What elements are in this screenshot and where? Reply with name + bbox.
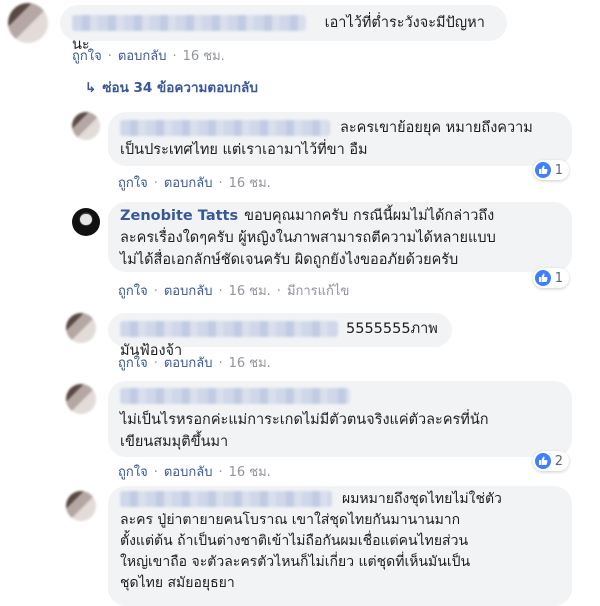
- reply-link[interactable]: ตอบกลับ: [164, 465, 213, 480]
- reply-bubble: ไม่เป็นไรหรอกค่ะแม่การะเกดไม่มีตัวตนจริง…: [108, 381, 572, 457]
- blurred-name[interactable]: [120, 491, 332, 507]
- like-link[interactable]: ถูกใจ: [118, 465, 148, 480]
- like-link[interactable]: ถูกใจ: [118, 284, 148, 299]
- avatar[interactable]: [72, 112, 100, 140]
- reply-bubble: 5555555ภาพมันฟ้องจ้า: [108, 313, 452, 359]
- reply-link[interactable]: ตอบกลับ: [164, 284, 213, 299]
- like-link[interactable]: ถูกใจ: [118, 356, 148, 371]
- reply-actions: ถูกใจ · ตอบกลับ · 16 ชม.: [118, 465, 271, 480]
- timestamp[interactable]: 16 ชม.: [229, 176, 271, 191]
- like-link[interactable]: ถูกใจ: [72, 49, 102, 64]
- avatar[interactable]: [66, 384, 96, 414]
- hide-replies-link[interactable]: ↳ ซ่อน 34 ข้อความตอบกลับ: [85, 76, 258, 98]
- comment-actions: ถูกใจ · ตอบกลับ · 16 ชม.: [72, 49, 225, 64]
- like-count-badge[interactable]: 1: [533, 268, 569, 288]
- comment-bubble: เอาไว้ที่ต่ำระวังจะมีปัญหานะ: [60, 5, 507, 53]
- reply-link[interactable]: ตอบกลับ: [164, 176, 213, 191]
- avatar[interactable]: [8, 3, 48, 43]
- reply-actions: ถูกใจ · ตอบกลับ · 16 ชม.: [118, 356, 271, 371]
- avatar[interactable]: [66, 491, 96, 521]
- like-count-badge[interactable]: 2: [533, 451, 569, 471]
- like-count-badge[interactable]: 1: [533, 160, 569, 180]
- hide-replies-label: ซ่อน 34 ข้อความตอบกลับ: [102, 80, 258, 96]
- blurred-name[interactable]: [120, 120, 330, 136]
- commenter-name[interactable]: Zenobite Tatts: [120, 208, 238, 224]
- reply-bubble: ละครเขาย้อยยุค หมายถึงความ เป็นประเทศไทย…: [108, 112, 572, 166]
- timestamp[interactable]: 16 ชม.: [229, 465, 271, 480]
- reply-actions: ถูกใจ · ตอบกลับ · 16 ชม. · มีการแก้ไข: [118, 284, 350, 299]
- edited-label[interactable]: มีการแก้ไข: [287, 284, 349, 299]
- like-link[interactable]: ถูกใจ: [118, 176, 148, 191]
- blurred-name[interactable]: [72, 15, 306, 31]
- reply-link[interactable]: ตอบกลับ: [118, 49, 167, 64]
- reply-actions: ถูกใจ · ตอบกลับ · 16 ชม.: [118, 176, 271, 191]
- avatar[interactable]: [72, 208, 100, 236]
- thumbs-up-icon: [535, 453, 551, 469]
- reply-bubble: Zenobite Tatts ขอบคุณมากครับ กรณีนี้ผมไม่…: [108, 202, 572, 272]
- blurred-name[interactable]: [120, 321, 338, 337]
- reply-link[interactable]: ตอบกลับ: [164, 356, 213, 371]
- avatar[interactable]: [66, 313, 96, 343]
- timestamp[interactable]: 16 ชม.: [229, 356, 271, 371]
- blurred-name[interactable]: [120, 388, 350, 404]
- timestamp[interactable]: 16 ชม.: [229, 284, 271, 299]
- thumbs-up-icon: [535, 162, 551, 178]
- thumbs-up-icon: [535, 270, 551, 286]
- reply-arrow-icon: ↳: [85, 80, 97, 96]
- timestamp[interactable]: 16 ชม.: [183, 49, 225, 64]
- reply-bubble: ผมหมายถึงชุดไทยไม่ใช่ตัว ละคร ปู่ย่าตายา…: [108, 486, 572, 606]
